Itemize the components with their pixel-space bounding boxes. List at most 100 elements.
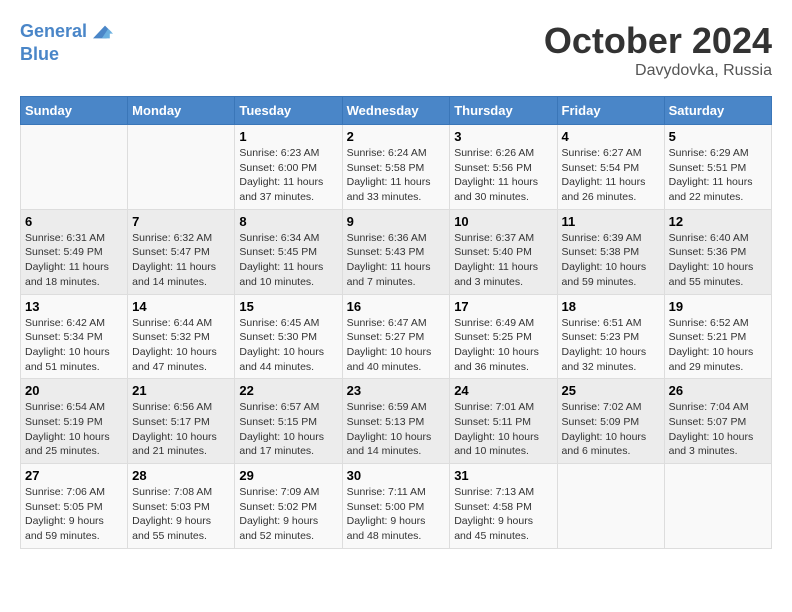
day-number: 18: [562, 299, 660, 314]
day-info: Sunrise: 6:24 AM Sunset: 5:58 PM Dayligh…: [347, 146, 446, 205]
day-number: 29: [239, 468, 337, 483]
day-info: Sunrise: 6:51 AM Sunset: 5:23 PM Dayligh…: [562, 316, 660, 375]
calendar-cell: 8 Sunrise: 6:34 AM Sunset: 5:45 PM Daylig…: [235, 209, 342, 294]
day-info: Sunrise: 6:37 AM Sunset: 5:40 PM Dayligh…: [454, 231, 552, 290]
logo-text: General: [20, 21, 87, 43]
day-number: 9: [347, 214, 446, 229]
week-row-5: 27 Sunrise: 7:06 AM Sunset: 5:05 PM Dayli…: [21, 464, 772, 549]
month-title: October 2024: [544, 20, 772, 62]
calendar-cell: [664, 464, 771, 549]
day-info: Sunrise: 7:01 AM Sunset: 5:11 PM Dayligh…: [454, 400, 552, 459]
day-number: 31: [454, 468, 552, 483]
calendar-cell: [557, 464, 664, 549]
day-number: 10: [454, 214, 552, 229]
day-number: 20: [25, 383, 123, 398]
calendar-cell: 25 Sunrise: 7:02 AM Sunset: 5:09 PM Dayli…: [557, 379, 664, 464]
day-info: Sunrise: 7:11 AM Sunset: 5:00 PM Dayligh…: [347, 485, 446, 544]
calendar-cell: 13 Sunrise: 6:42 AM Sunset: 5:34 PM Dayli…: [21, 294, 128, 379]
calendar-cell: 21 Sunrise: 6:56 AM Sunset: 5:17 PM Dayli…: [128, 379, 235, 464]
day-number: 28: [132, 468, 230, 483]
calendar-cell: 29Sunrise: 7:09 AM Sunset: 5:02 PM Dayli…: [235, 464, 342, 549]
day-info: Sunrise: 7:02 AM Sunset: 5:09 PM Dayligh…: [562, 400, 660, 459]
calendar-cell: 23Sunrise: 6:59 AM Sunset: 5:13 PM Dayli…: [342, 379, 450, 464]
day-number: 1: [239, 129, 337, 144]
day-number: 15: [239, 299, 337, 314]
day-info: Sunrise: 6:26 AM Sunset: 5:56 PM Dayligh…: [454, 146, 552, 205]
title-block: October 2024 Davydovka, Russia: [544, 20, 772, 80]
day-number: 5: [669, 129, 767, 144]
day-number: 2: [347, 129, 446, 144]
calendar-cell: 14Sunrise: 6:44 AM Sunset: 5:32 PM Dayli…: [128, 294, 235, 379]
week-row-4: 20Sunrise: 6:54 AM Sunset: 5:19 PM Dayli…: [21, 379, 772, 464]
day-number: 26: [669, 383, 767, 398]
calendar-table: SundayMondayTuesdayWednesdayThursdayFrid…: [20, 96, 772, 549]
day-number: 21: [132, 383, 230, 398]
logo-line2: Blue: [20, 44, 113, 66]
calendar-cell: 6 Sunrise: 6:31 AM Sunset: 5:49 PM Daylig…: [21, 209, 128, 294]
weekday-header-monday: Monday: [128, 97, 235, 125]
day-info: Sunrise: 6:29 AM Sunset: 5:51 PM Dayligh…: [669, 146, 767, 205]
day-info: Sunrise: 6:34 AM Sunset: 5:45 PM Dayligh…: [239, 231, 337, 290]
day-info: Sunrise: 6:32 AM Sunset: 5:47 PM Dayligh…: [132, 231, 230, 290]
week-row-1: 1 Sunrise: 6:23 AM Sunset: 6:00 PM Daylig…: [21, 125, 772, 210]
day-number: 19: [669, 299, 767, 314]
day-number: 27: [25, 468, 123, 483]
day-number: 6: [25, 214, 123, 229]
calendar-cell: 9 Sunrise: 6:36 AM Sunset: 5:43 PM Daylig…: [342, 209, 450, 294]
calendar-cell: 2 Sunrise: 6:24 AM Sunset: 5:58 PM Daylig…: [342, 125, 450, 210]
day-number: 8: [239, 214, 337, 229]
day-info: Sunrise: 6:27 AM Sunset: 5:54 PM Dayligh…: [562, 146, 660, 205]
day-number: 17: [454, 299, 552, 314]
day-info: Sunrise: 6:23 AM Sunset: 6:00 PM Dayligh…: [239, 146, 337, 205]
day-number: 25: [562, 383, 660, 398]
calendar-cell: [128, 125, 235, 210]
logo-icon: [89, 20, 113, 44]
calendar-cell: 16 Sunrise: 6:47 AM Sunset: 5:27 PM Dayli…: [342, 294, 450, 379]
day-info: Sunrise: 6:39 AM Sunset: 5:38 PM Dayligh…: [562, 231, 660, 290]
calendar-cell: 28Sunrise: 7:08 AM Sunset: 5:03 PM Dayli…: [128, 464, 235, 549]
weekday-header-thursday: Thursday: [450, 97, 557, 125]
calendar-cell: 10 Sunrise: 6:37 AM Sunset: 5:40 PM Dayli…: [450, 209, 557, 294]
calendar-cell: 19 Sunrise: 6:52 AM Sunset: 5:21 PM Dayli…: [664, 294, 771, 379]
calendar-cell: 22Sunrise: 6:57 AM Sunset: 5:15 PM Dayli…: [235, 379, 342, 464]
calendar-cell: 30 Sunrise: 7:11 AM Sunset: 5:00 PM Dayli…: [342, 464, 450, 549]
day-info: Sunrise: 6:36 AM Sunset: 5:43 PM Dayligh…: [347, 231, 446, 290]
day-info: Sunrise: 6:31 AM Sunset: 5:49 PM Dayligh…: [25, 231, 123, 290]
calendar-cell: 7 Sunrise: 6:32 AM Sunset: 5:47 PM Daylig…: [128, 209, 235, 294]
day-info: Sunrise: 6:57 AM Sunset: 5:15 PM Dayligh…: [239, 400, 337, 459]
weekday-header-saturday: Saturday: [664, 97, 771, 125]
week-row-3: 13 Sunrise: 6:42 AM Sunset: 5:34 PM Dayli…: [21, 294, 772, 379]
day-number: 4: [562, 129, 660, 144]
calendar-cell: 18 Sunrise: 6:51 AM Sunset: 5:23 PM Dayli…: [557, 294, 664, 379]
day-info: Sunrise: 7:04 AM Sunset: 5:07 PM Dayligh…: [669, 400, 767, 459]
weekday-header-friday: Friday: [557, 97, 664, 125]
day-info: Sunrise: 6:52 AM Sunset: 5:21 PM Dayligh…: [669, 316, 767, 375]
calendar-cell: 1 Sunrise: 6:23 AM Sunset: 6:00 PM Daylig…: [235, 125, 342, 210]
day-info: Sunrise: 6:47 AM Sunset: 5:27 PM Dayligh…: [347, 316, 446, 375]
day-info: Sunrise: 6:56 AM Sunset: 5:17 PM Dayligh…: [132, 400, 230, 459]
calendar-cell: 15 Sunrise: 6:45 AM Sunset: 5:30 PM Dayli…: [235, 294, 342, 379]
page-header: General Blue October 2024 Davydovka, Rus…: [20, 20, 772, 80]
day-info: Sunrise: 6:49 AM Sunset: 5:25 PM Dayligh…: [454, 316, 552, 375]
calendar-cell: 11 Sunrise: 6:39 AM Sunset: 5:38 PM Dayli…: [557, 209, 664, 294]
day-number: 7: [132, 214, 230, 229]
calendar-cell: 31Sunrise: 7:13 AM Sunset: 4:58 PM Dayli…: [450, 464, 557, 549]
weekday-header-tuesday: Tuesday: [235, 97, 342, 125]
day-info: Sunrise: 6:45 AM Sunset: 5:30 PM Dayligh…: [239, 316, 337, 375]
day-number: 13: [25, 299, 123, 314]
day-number: 16: [347, 299, 446, 314]
calendar-cell: 27 Sunrise: 7:06 AM Sunset: 5:05 PM Dayli…: [21, 464, 128, 549]
day-info: Sunrise: 6:40 AM Sunset: 5:36 PM Dayligh…: [669, 231, 767, 290]
day-number: 30: [347, 468, 446, 483]
day-info: Sunrise: 7:06 AM Sunset: 5:05 PM Dayligh…: [25, 485, 123, 544]
calendar-cell: 26 Sunrise: 7:04 AM Sunset: 5:07 PM Dayli…: [664, 379, 771, 464]
day-number: 23: [347, 383, 446, 398]
calendar-cell: 12Sunrise: 6:40 AM Sunset: 5:36 PM Dayli…: [664, 209, 771, 294]
day-number: 11: [562, 214, 660, 229]
logo: General Blue: [20, 20, 113, 66]
week-row-2: 6 Sunrise: 6:31 AM Sunset: 5:49 PM Daylig…: [21, 209, 772, 294]
calendar-cell: 20Sunrise: 6:54 AM Sunset: 5:19 PM Dayli…: [21, 379, 128, 464]
day-info: Sunrise: 6:42 AM Sunset: 5:34 PM Dayligh…: [25, 316, 123, 375]
weekday-header-row: SundayMondayTuesdayWednesdayThursdayFrid…: [21, 97, 772, 125]
calendar-cell: [21, 125, 128, 210]
